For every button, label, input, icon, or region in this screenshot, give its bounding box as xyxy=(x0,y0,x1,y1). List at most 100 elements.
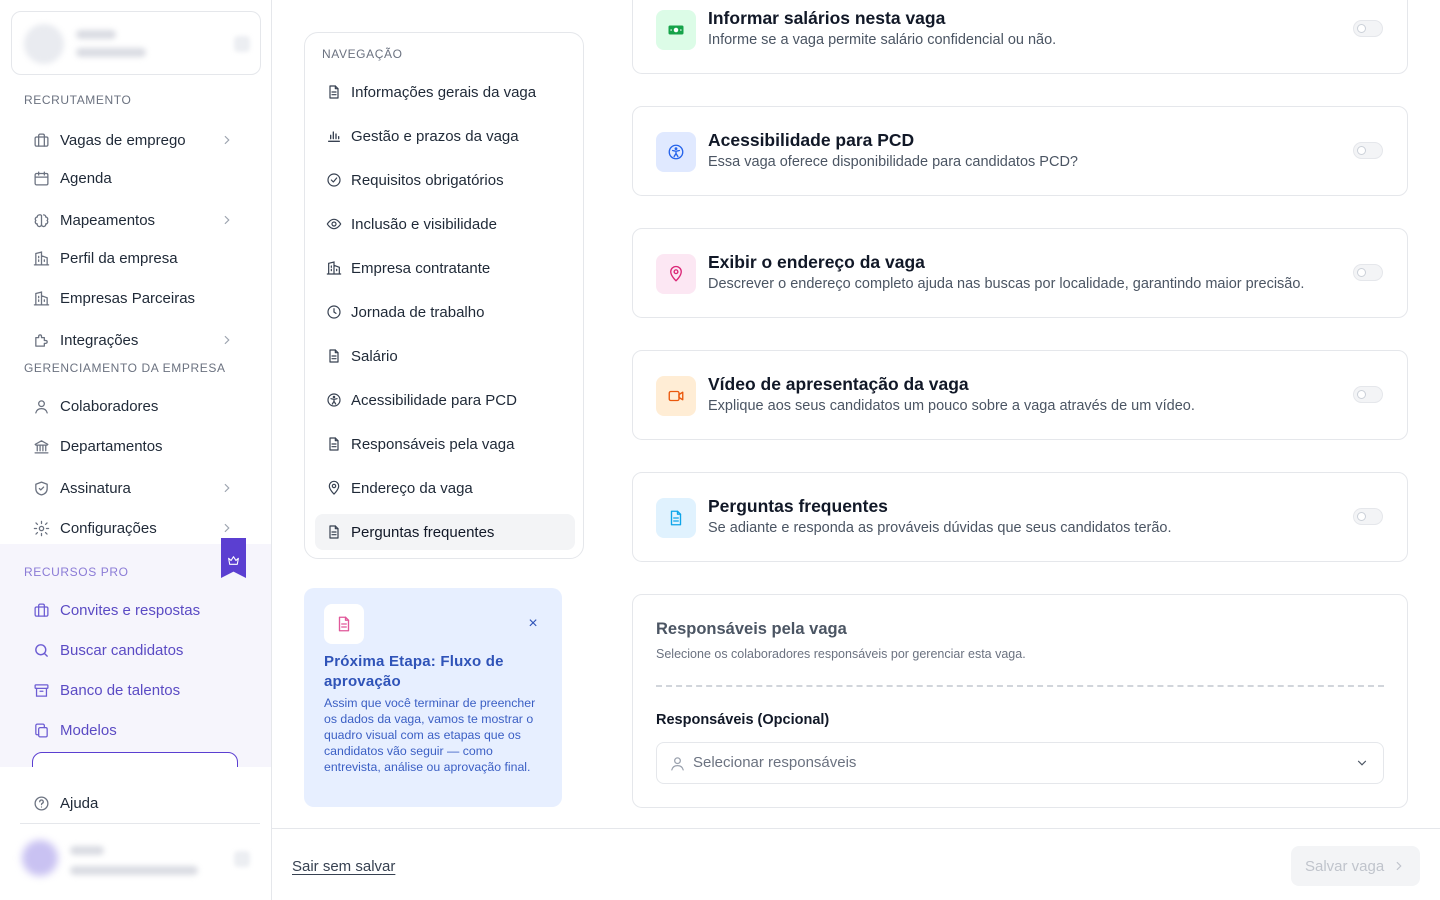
search-icon xyxy=(32,641,50,659)
dashed-divider xyxy=(656,685,1384,687)
chevron-down-icon xyxy=(1355,756,1369,770)
nav-step-perguntas-frequentes[interactable]: Perguntas frequentes xyxy=(315,514,575,550)
address-toggle[interactable] xyxy=(1353,264,1383,281)
video-icon xyxy=(656,376,696,416)
sidebar-item-integracoes[interactable]: Integrações xyxy=(32,325,244,355)
option-description: Descrever o endereço completo ajuda nas … xyxy=(708,276,1305,292)
sidebar-item-vagas[interactable]: Vagas de emprego xyxy=(32,125,244,155)
option-description: Se adiante e responda as prováveis dúvid… xyxy=(708,520,1172,536)
document-icon xyxy=(656,498,696,538)
building-icon xyxy=(32,249,50,267)
sidebar-item-label: Assinatura xyxy=(60,479,131,497)
accessibility-icon xyxy=(325,391,343,409)
chevron-right-icon xyxy=(1392,859,1406,873)
responsibles-subtitle: Selecione os colaboradores responsáveis … xyxy=(656,647,1026,661)
responsibles-card: Responsáveis pela vaga Selecione os cola… xyxy=(632,594,1408,808)
save-button-label: Salvar vaga xyxy=(1305,857,1385,875)
responsibles-select[interactable]: Selecionar responsáveis xyxy=(656,742,1384,784)
option-description: Informe se a vaga permite salário confid… xyxy=(708,32,1057,48)
nav-step-salario[interactable]: Salário xyxy=(315,338,575,374)
sidebar-item-label: Integrações xyxy=(60,331,139,349)
sidebar-item-modelos[interactable]: Modelos xyxy=(32,715,244,745)
sidebar-item-buscar-candidatos[interactable]: Buscar candidatos xyxy=(32,635,244,665)
archive-icon xyxy=(32,681,50,699)
nav-step-label: Jornada de trabalho xyxy=(351,303,485,321)
faq-toggle[interactable] xyxy=(1353,508,1383,525)
account-switcher[interactable] xyxy=(11,11,261,75)
select-placeholder: Selecionar responsáveis xyxy=(693,754,857,771)
sidebar-item-banco-talentos[interactable]: Banco de talentos xyxy=(32,675,244,705)
sidebar-item-label: Configurações xyxy=(60,519,157,537)
sidebar-item-label: Vagas de emprego xyxy=(60,131,186,149)
user-icon xyxy=(32,397,50,415)
exit-without-saving-link[interactable]: Sair sem salvar xyxy=(292,858,395,875)
option-title: Vídeo de apresentação da vaga xyxy=(708,374,969,394)
nav-step-inclusao[interactable]: Inclusão e visibilidade xyxy=(315,206,575,242)
document-icon xyxy=(324,604,364,644)
chevron-right-icon xyxy=(220,333,234,351)
accessibility-toggle[interactable] xyxy=(1353,142,1383,159)
nav-step-informacoes-gerais[interactable]: Informações gerais da vaga xyxy=(315,74,575,110)
sidebar-item-assinatura[interactable]: Assinatura xyxy=(32,473,244,503)
nav-step-jornada[interactable]: Jornada de trabalho xyxy=(315,294,575,330)
upgrade-pro-button[interactable] xyxy=(32,752,238,767)
sidebar-item-convites[interactable]: Convites e respostas xyxy=(32,595,244,625)
chevron-right-icon xyxy=(220,481,234,499)
tip-title: Próxima Etapa: Fluxo de aprovação xyxy=(324,653,504,690)
nav-step-gestao-prazos[interactable]: Gestão e prazos da vaga xyxy=(315,118,575,154)
pro-button-clip xyxy=(0,752,271,767)
video-toggle[interactable] xyxy=(1353,386,1383,403)
nav-step-responsaveis[interactable]: Responsáveis pela vaga xyxy=(315,426,575,462)
map-pin-icon xyxy=(325,479,343,497)
sidebar-item-configuracoes[interactable]: Configurações xyxy=(32,513,244,543)
sidebar-item-perfil-empresa[interactable]: Perfil da empresa xyxy=(32,243,244,273)
nav-step-endereco[interactable]: Endereço da vaga xyxy=(315,470,575,506)
document-icon xyxy=(325,83,343,101)
document-icon xyxy=(325,523,343,541)
section-recruitment: RECRUTAMENTO xyxy=(24,93,132,107)
briefcase-icon xyxy=(32,131,50,149)
salary-toggle[interactable] xyxy=(1353,20,1383,37)
save-job-button[interactable]: Salvar vaga xyxy=(1291,846,1420,886)
option-description: Essa vaga oferece disponibilidade para c… xyxy=(708,154,1078,170)
account-chevron-icon xyxy=(234,36,250,52)
user-avatar[interactable] xyxy=(22,840,58,876)
user-icon xyxy=(669,755,686,772)
sidebar-item-colaboradores[interactable]: Colaboradores xyxy=(32,391,244,421)
sidebar-item-label: Banco de talentos xyxy=(60,681,181,699)
sidebar-item-label: Perfil da empresa xyxy=(60,249,178,267)
nav-step-empresa-contratante[interactable]: Empresa contratante xyxy=(315,250,575,286)
building-icon xyxy=(32,289,50,307)
form-navigation: NAVEGAÇÃO Informações gerais da vaga Ges… xyxy=(304,32,584,559)
nav-step-label: Empresa contratante xyxy=(351,259,491,277)
option-card-endereco: Exibir o endereço da vaga Descrever o en… xyxy=(632,228,1408,318)
chevron-right-icon xyxy=(220,213,234,231)
nav-step-requisitos[interactable]: Requisitos obrigatórios xyxy=(315,162,575,198)
sidebar-item-ajuda[interactable]: Ajuda xyxy=(32,788,244,818)
section-company-management: GERENCIAMENTO DA EMPRESA xyxy=(24,361,226,375)
navigation-title: NAVEGAÇÃO xyxy=(322,47,403,61)
nav-step-acessibilidade[interactable]: Acessibilidade para PCD xyxy=(315,382,575,418)
bar-chart-icon xyxy=(325,127,343,145)
sidebar-item-empresas-parceiras[interactable]: Empresas Parceiras xyxy=(32,283,244,313)
sidebar-item-label: Ajuda xyxy=(60,794,99,812)
option-card-video: Vídeo de apresentação da vaga Explique a… xyxy=(632,350,1408,440)
responsibles-title: Responsáveis pela vaga xyxy=(656,620,847,638)
company-avatar xyxy=(24,24,64,64)
option-title: Exibir o endereço da vaga xyxy=(708,252,925,272)
nav-step-label: Responsáveis pela vaga xyxy=(351,435,515,453)
sidebar-item-label: Empresas Parceiras xyxy=(60,289,196,307)
check-circle-icon xyxy=(325,171,343,189)
chevron-right-icon xyxy=(220,133,234,151)
close-icon[interactable]: × xyxy=(525,615,541,632)
user-email-blurred xyxy=(70,866,198,875)
sidebar-item-label: Colaboradores xyxy=(60,397,159,415)
option-card-salario: Informar salários nesta vaga Informe se … xyxy=(632,0,1408,74)
sidebar-item-departamentos[interactable]: Departamentos xyxy=(32,431,244,461)
sidebar-item-mapeamentos[interactable]: Mapeamentos xyxy=(32,205,244,235)
form-footer: Sair sem salvar Salvar vaga xyxy=(272,828,1440,900)
section-pro-resources: RECURSOS PRO xyxy=(24,565,129,579)
option-title: Perguntas frequentes xyxy=(708,496,888,516)
sidebar-item-agenda[interactable]: Agenda xyxy=(32,163,244,193)
option-card-perguntas: Perguntas frequentes Se adiante e respon… xyxy=(632,472,1408,562)
